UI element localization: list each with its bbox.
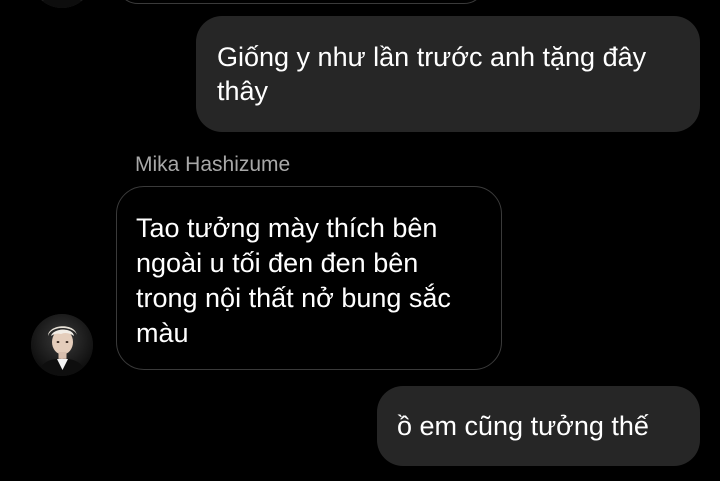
sent-message-bubble[interactable]: ồ em cũng tưởng thế xyxy=(377,386,700,466)
message-text: Tao tưởng mày thích bên ngoài u tối đen … xyxy=(136,213,451,348)
received-message-bubble[interactable]: Tao tưởng mày thích bên ngoài u tối đen … xyxy=(116,186,502,370)
previous-received-message-bubble[interactable] xyxy=(116,0,486,4)
message-text: ồ em cũng tưởng thế xyxy=(397,411,649,441)
sender-name: Mika Hashizume xyxy=(135,153,291,176)
message-text: Giống y như lần trước anh tặng đây thây xyxy=(217,42,647,106)
sender-avatar[interactable] xyxy=(31,314,93,376)
sent-message-bubble[interactable]: Giống y như lần trước anh tặng đây thây xyxy=(196,16,700,132)
previous-sender-avatar[interactable] xyxy=(31,0,93,8)
